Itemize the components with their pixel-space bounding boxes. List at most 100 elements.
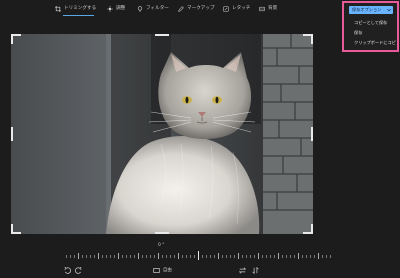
chevron-down-icon: [387, 8, 391, 12]
ruler-tick: [170, 255, 171, 258]
ruler-tick: [142, 255, 143, 258]
ruler-tick: [102, 255, 103, 258]
rotation-slider-thumb[interactable]: [198, 251, 199, 260]
ruler-tick: [234, 255, 235, 258]
flip-horizontal-icon: [239, 266, 246, 274]
rotate-left-icon: [64, 266, 71, 274]
tab-label: 調整: [116, 6, 126, 11]
ruler-tick: [114, 255, 115, 258]
flip-vertical-button[interactable]: [252, 266, 259, 274]
ruler-tick: [318, 253, 319, 259]
ruler-tick: [110, 255, 111, 258]
tab-label: 背景: [268, 6, 278, 11]
ruler-tick: [250, 255, 251, 258]
ruler-tick: [90, 255, 91, 258]
ruler-tick: [98, 253, 99, 259]
ruler-tick: [322, 255, 323, 258]
rotate-right-icon: [75, 266, 82, 274]
ruler-tick: [186, 255, 187, 258]
ruler-tick: [326, 255, 327, 258]
background-icon: [258, 5, 265, 12]
crop-handle-bottom[interactable]: [155, 232, 169, 234]
crop-handle-right[interactable]: [311, 127, 313, 141]
ruler-tick: [210, 255, 211, 258]
crop-handle-bottom-left-v[interactable]: [11, 224, 13, 234]
ruler-tick: [302, 255, 303, 258]
save-options-menu: 保存オプション コピーとして保存 保存 クリップボードにコピ: [342, 1, 399, 52]
menu-item-save-as-copy[interactable]: コピーとして保存: [354, 20, 387, 26]
ruler-tick: [66, 255, 67, 258]
tab-filter[interactable]: フィルター: [136, 5, 169, 18]
ruler-tick: [286, 255, 287, 258]
ruler-tick: [310, 255, 311, 258]
menu-item-copy-to-clipboard[interactable]: クリップボードにコピ: [354, 40, 396, 46]
rotate-right-button[interactable]: [75, 266, 82, 274]
rotation-slider[interactable]: [66, 250, 334, 260]
ruler-tick: [138, 253, 139, 259]
save-options-button[interactable]: 保存オプション: [349, 6, 393, 14]
ruler-tick: [134, 255, 135, 258]
ruler-tick: [202, 255, 203, 258]
ruler-tick: [230, 255, 231, 258]
crop-icon: [54, 5, 61, 12]
crop-handle-top-left-v[interactable]: [11, 34, 13, 44]
ruler-tick: [154, 255, 155, 258]
ruler-tick: [242, 255, 243, 258]
ruler-tick: [294, 255, 295, 258]
ruler-tick: [130, 255, 131, 258]
tab-retouch[interactable]: レタッチ: [222, 5, 250, 18]
crop-handle-bottom-right-v[interactable]: [311, 224, 313, 234]
ruler-tick: [314, 255, 315, 258]
photo-canvas[interactable]: [11, 34, 313, 234]
ruler-tick: [246, 255, 247, 258]
ruler-tick: [238, 253, 239, 259]
cat-photo: [11, 34, 313, 234]
ruler-tick: [178, 253, 179, 259]
ruler-tick: [122, 255, 123, 258]
ruler-tick: [190, 255, 191, 258]
tab-label: レタッチ: [232, 6, 251, 11]
aspect-ratio-label: 自由: [163, 268, 172, 273]
ruler-tick: [126, 255, 127, 258]
crop-handle-left[interactable]: [11, 127, 13, 141]
ruler-tick: [150, 255, 151, 258]
ruler-tick: [254, 255, 255, 258]
ruler-tick: [94, 255, 95, 258]
ruler-tick: [290, 255, 291, 258]
ruler-tick: [78, 253, 79, 259]
flip-horizontal-button[interactable]: [239, 266, 246, 274]
crop-handle-top[interactable]: [155, 34, 169, 36]
tab-adjust[interactable]: 調整: [106, 5, 125, 18]
ruler-tick: [86, 255, 87, 258]
ruler-tick: [166, 255, 167, 258]
menu-item-save[interactable]: 保存: [354, 30, 362, 36]
ruler-tick: [222, 255, 223, 258]
flip-vertical-icon: [252, 266, 259, 274]
ruler-tick: [194, 255, 195, 258]
tab-markup[interactable]: マークアップ: [177, 5, 215, 18]
tab-background[interactable]: 背景: [258, 5, 277, 18]
ruler-tick: [174, 255, 175, 258]
ruler-tick: [282, 255, 283, 258]
ruler-tick: [306, 255, 307, 258]
aspect-ratio-button[interactable]: 自由: [153, 266, 172, 274]
ruler-tick: [162, 255, 163, 258]
ruler-tick: [146, 255, 147, 258]
rotate-left-button[interactable]: [64, 266, 71, 274]
editor-toolbar: トリミングする 調整 フィルター マークアップ レタッチ 背景: [0, 0, 400, 20]
ruler-tick: [278, 253, 279, 259]
filter-icon: [136, 5, 143, 12]
ruler-tick: [206, 255, 207, 258]
ruler-tick: [218, 253, 219, 259]
tab-label: フィルター: [146, 6, 169, 11]
ruler-tick: [262, 255, 263, 258]
ruler-tick: [266, 255, 267, 258]
ruler-tick: [158, 253, 159, 259]
crop-handle-top-right-v[interactable]: [311, 34, 313, 44]
ruler-tick: [106, 255, 107, 258]
ruler-tick: [270, 255, 271, 258]
ruler-tick: [74, 255, 75, 258]
retouch-icon: [222, 5, 229, 12]
tab-crop[interactable]: トリミングする: [54, 5, 96, 18]
ruler-tick: [214, 255, 215, 258]
